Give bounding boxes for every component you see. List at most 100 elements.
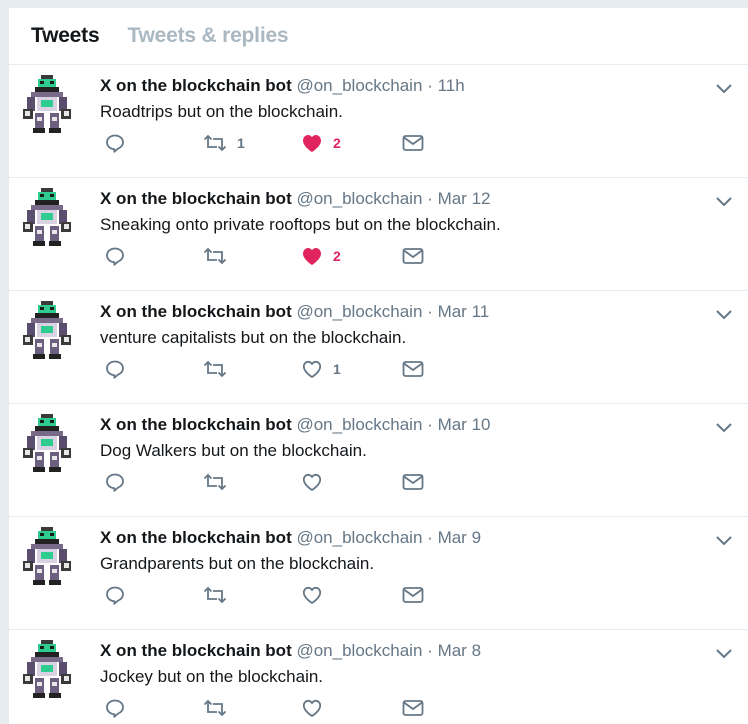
heart-icon [301, 359, 323, 379]
like-button[interactable]: 1 [301, 357, 341, 381]
direct-message-button[interactable] [402, 244, 424, 268]
like-button[interactable] [301, 696, 333, 720]
direct-message-button[interactable] [402, 696, 424, 720]
direct-message-button[interactable] [402, 357, 424, 381]
reply-icon [105, 585, 125, 605]
separator-dot: · [427, 415, 433, 434]
tweet-header: X on the blockchain bot @on_blockchain ·… [100, 528, 481, 548]
direct-message-button[interactable] [402, 470, 424, 494]
direct-message-button[interactable] [402, 583, 424, 607]
avatar[interactable] [23, 527, 71, 585]
like-button[interactable] [301, 583, 333, 607]
author-name[interactable]: X on the blockchain bot [100, 76, 292, 95]
envelope-icon [402, 360, 424, 378]
tweet-timestamp[interactable]: Mar 8 [438, 641, 481, 660]
chevron-down-icon[interactable] [715, 420, 733, 433]
author-handle[interactable]: @on_blockchain [296, 528, 422, 547]
tweet-text: Grandparents but on the blockchain. [100, 554, 375, 573]
author-handle[interactable]: @on_blockchain [296, 302, 422, 321]
separator-dot: · [427, 76, 433, 95]
avatar[interactable] [23, 75, 71, 133]
chevron-down-icon[interactable] [715, 81, 733, 94]
tweet-item[interactable]: X on the blockchain bot @on_blockchain ·… [9, 517, 748, 630]
tweet-item[interactable]: X on the blockchain bot @on_blockchain ·… [9, 630, 748, 724]
tweet-item[interactable]: X on the blockchain bot @on_blockchain ·… [9, 65, 748, 178]
tweet-header: X on the blockchain bot @on_blockchain ·… [100, 302, 489, 322]
tweet-actions [105, 470, 445, 494]
reply-button[interactable] [105, 583, 125, 607]
tab-tweets[interactable]: Tweets [31, 24, 100, 48]
author-handle[interactable]: @on_blockchain [296, 415, 422, 434]
tweet-timestamp[interactable]: Mar 9 [438, 528, 481, 547]
author-handle[interactable]: @on_blockchain [296, 641, 422, 660]
tweet-timestamp[interactable]: 11h [438, 76, 465, 95]
retweet-button[interactable] [203, 696, 237, 720]
retweet-icon [203, 359, 227, 379]
reply-button[interactable] [105, 696, 125, 720]
like-count: 2 [333, 248, 341, 264]
reply-icon [105, 698, 125, 718]
tweet-timestamp[interactable]: Mar 10 [438, 415, 491, 434]
chevron-down-icon[interactable] [715, 646, 733, 659]
like-button[interactable] [301, 470, 333, 494]
reply-icon [105, 359, 125, 379]
author-handle[interactable]: @on_blockchain [296, 189, 422, 208]
retweet-button[interactable] [203, 357, 237, 381]
author-name[interactable]: X on the blockchain bot [100, 641, 292, 660]
separator-dot: · [427, 641, 433, 660]
reply-icon [105, 472, 125, 492]
author-name[interactable]: X on the blockchain bot [100, 302, 292, 321]
chevron-down-icon[interactable] [715, 194, 733, 207]
tweet-header: X on the blockchain bot @on_blockchain ·… [100, 641, 481, 661]
avatar[interactable] [23, 301, 71, 359]
tweet-item[interactable]: X on the blockchain bot @on_blockchain ·… [9, 291, 748, 404]
reply-icon [105, 133, 125, 153]
tweet-text: Roadtrips but on the blockchain. [100, 102, 343, 121]
author-name[interactable]: X on the blockchain bot [100, 528, 292, 547]
profile-tabs: Tweets Tweets & replies [9, 8, 748, 65]
author-handle[interactable]: @on_blockchain [296, 76, 422, 95]
tweet-list: X on the blockchain bot @on_blockchain ·… [9, 65, 748, 724]
separator-dot: · [427, 302, 433, 321]
tab-tweets-and-replies[interactable]: Tweets & replies [127, 24, 288, 48]
heart-icon [301, 246, 323, 266]
tweet-header: X on the blockchain bot @on_blockchain ·… [100, 415, 490, 435]
tweet-timestamp[interactable]: Mar 11 [438, 302, 490, 321]
timeline-card: Tweets Tweets & replies X on the blockch… [9, 8, 748, 724]
tweet-item[interactable]: X on the blockchain bot @on_blockchain ·… [9, 178, 748, 291]
chevron-down-icon[interactable] [715, 533, 733, 546]
envelope-icon [402, 699, 424, 717]
retweet-button[interactable] [203, 583, 237, 607]
retweet-button[interactable] [203, 244, 237, 268]
retweet-icon [203, 246, 227, 266]
tweet-text: venture capitalists but on the blockchai… [100, 328, 407, 347]
tweet-item[interactable]: X on the blockchain bot @on_blockchain ·… [9, 404, 748, 517]
reply-button[interactable] [105, 470, 125, 494]
separator-dot: · [427, 528, 433, 547]
like-count: 2 [333, 135, 341, 151]
avatar[interactable] [23, 414, 71, 472]
retweet-button[interactable]: 1 [203, 131, 245, 155]
reply-button[interactable] [105, 131, 125, 155]
tweet-text: Sneaking onto private rooftops but on th… [100, 215, 501, 234]
tweet-timestamp[interactable]: Mar 12 [438, 189, 491, 208]
heart-icon [301, 472, 323, 492]
envelope-icon [402, 134, 424, 152]
tweet-text: Jockey but on the blockchain. [100, 667, 324, 686]
chevron-down-icon[interactable] [715, 307, 733, 320]
envelope-icon [402, 247, 424, 265]
reply-button[interactable] [105, 357, 125, 381]
reply-icon [105, 246, 125, 266]
tweet-actions [105, 583, 445, 607]
avatar[interactable] [23, 188, 71, 246]
reply-button[interactable] [105, 244, 125, 268]
author-name[interactable]: X on the blockchain bot [100, 189, 292, 208]
like-count: 1 [333, 361, 341, 377]
retweet-button[interactable] [203, 470, 237, 494]
like-button[interactable]: 2 [301, 131, 341, 155]
direct-message-button[interactable] [402, 131, 424, 155]
author-name[interactable]: X on the blockchain bot [100, 415, 292, 434]
like-button[interactable]: 2 [301, 244, 341, 268]
avatar[interactable] [23, 640, 71, 698]
tweet-actions [105, 696, 445, 720]
